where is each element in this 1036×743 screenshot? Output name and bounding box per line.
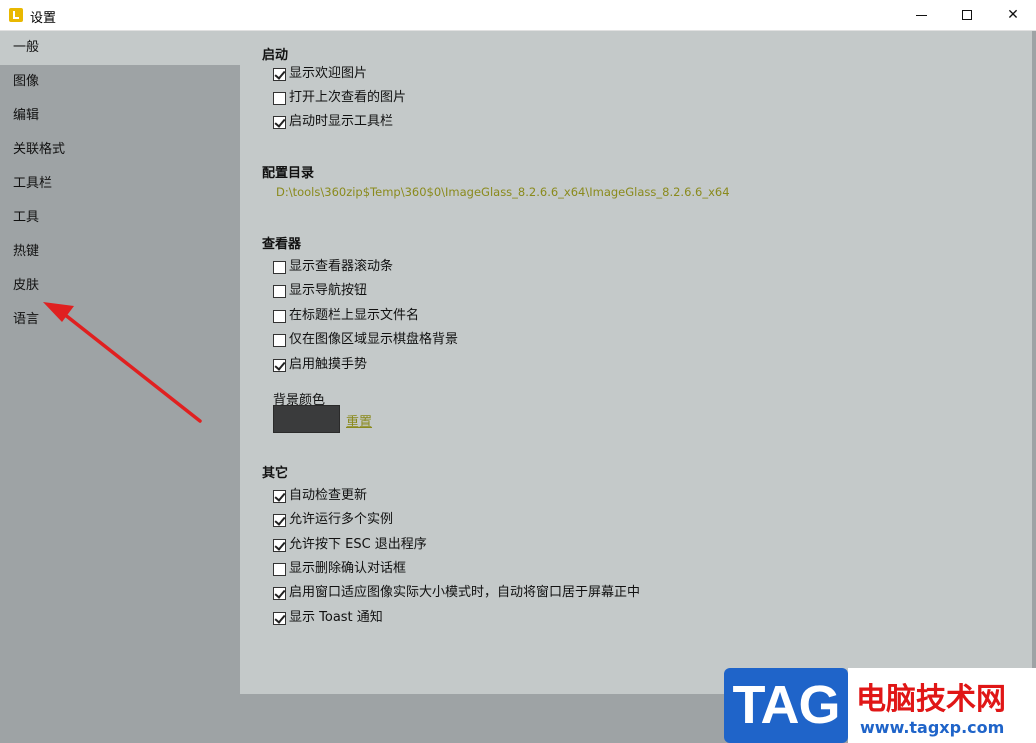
- checkbox-box: [273, 68, 286, 81]
- sidebar-item-label: 工具: [13, 210, 40, 225]
- checkbox-box: [273, 587, 286, 600]
- maximize-button[interactable]: [944, 0, 990, 31]
- checkbox-label: 打开上次查看的图片: [289, 90, 407, 105]
- checkbox-box: [273, 359, 286, 372]
- viewer-section-title: 查看器: [262, 237, 302, 252]
- checkbox-label: 显示 Toast 通知: [289, 610, 383, 625]
- panel-border: [1032, 31, 1036, 694]
- sidebar-item-label: 图像: [13, 74, 40, 89]
- sidebar-item-toolbar[interactable]: 工具栏: [0, 167, 240, 201]
- other-section-title: 其它: [262, 466, 289, 481]
- sidebar-item-general[interactable]: 一般: [0, 31, 240, 65]
- sidebar-item-skin[interactable]: 皮肤: [0, 269, 240, 303]
- title-bar: 设置 ✕: [0, 0, 1036, 31]
- sidebar-item-file-associations[interactable]: 关联格式: [0, 133, 240, 167]
- close-icon: ✕: [1007, 7, 1019, 23]
- checkbox-box: [273, 261, 286, 274]
- checkbox-box: [273, 612, 286, 625]
- sidebar-item-label: 工具栏: [13, 176, 53, 191]
- sidebar-item-edit[interactable]: 编辑: [0, 99, 240, 133]
- checkbox-label: 允许运行多个实例: [289, 512, 394, 527]
- watermark-url: www.tagxp.com: [860, 718, 1005, 737]
- settings-panel: 启动 显示欢迎图片 打开上次查看的图片 启动时显示工具栏 配置目录 D:\too…: [240, 31, 1032, 694]
- sidebar-item-language[interactable]: 语言: [0, 303, 240, 337]
- settings-sidebar: 一般 图像 编辑 关联格式 工具栏 工具 热键 皮肤 语言: [0, 31, 240, 743]
- checkbox-label: 启用触摸手势: [289, 357, 368, 372]
- checkbox-label: 启动时显示工具栏: [289, 114, 394, 129]
- startup-section-title: 启动: [262, 48, 289, 63]
- checkbox-label: 在标题栏上显示文件名: [289, 308, 420, 323]
- checkbox-box: [273, 490, 286, 503]
- sidebar-item-label: 热键: [13, 244, 40, 259]
- checkbox-label: 显示欢迎图片: [289, 66, 368, 81]
- watermark-tag-text: TAG: [732, 675, 841, 735]
- checkbox-box: [273, 116, 286, 129]
- window-title: 设置: [30, 11, 57, 26]
- sidebar-item-image[interactable]: 图像: [0, 65, 240, 99]
- config-dir-section-title: 配置目录: [262, 166, 315, 181]
- sidebar-item-tools[interactable]: 工具: [0, 201, 240, 235]
- checkbox-box: [273, 334, 286, 347]
- checkbox-label: 显示删除确认对话框: [289, 561, 407, 576]
- checkbox-label: 仅在图像区域显示棋盘格背景: [289, 332, 459, 347]
- checkbox-box: [273, 539, 286, 552]
- sidebar-item-label: 关联格式: [13, 142, 66, 157]
- sidebar-item-label: 语言: [13, 312, 40, 327]
- sidebar-item-label: 皮肤: [13, 278, 40, 293]
- minimize-icon: [915, 14, 927, 16]
- checkbox-box: [273, 285, 286, 298]
- maximize-icon: [962, 10, 972, 20]
- checkbox-box: [273, 514, 286, 527]
- checkbox-box: [273, 310, 286, 323]
- checkbox-label: 自动检查更新: [289, 488, 368, 503]
- checkbox-box: [273, 563, 286, 576]
- reset-background-link[interactable]: 重置: [346, 411, 372, 430]
- watermark-tag-logo: TAG: [724, 668, 848, 743]
- config-dir-path-link[interactable]: D:\tools\360zip$Temp\360$0\ImageGlass_8.…: [276, 185, 730, 199]
- checkbox-label: 显示导航按钮: [289, 283, 368, 298]
- imageglass-app-icon: [9, 8, 23, 22]
- checkbox-label: 启用窗口适应图像实际大小模式时，自动将窗口居于屏幕正中: [289, 585, 641, 600]
- sidebar-item-hotkeys[interactable]: 热键: [0, 235, 240, 269]
- watermark-site: 电脑技术网 www.tagxp.com: [848, 668, 1036, 743]
- checkbox-box: [273, 92, 286, 105]
- close-button[interactable]: ✕: [990, 0, 1036, 31]
- background-color-swatch[interactable]: [273, 405, 340, 433]
- watermark-site-name: 电脑技术网: [856, 682, 1006, 717]
- checkbox-label: 允许按下 ESC 退出程序: [289, 537, 427, 552]
- sidebar-item-label: 编辑: [13, 108, 40, 123]
- minimize-button[interactable]: [898, 0, 944, 31]
- sidebar-item-label: 一般: [13, 40, 40, 55]
- checkbox-label: 显示查看器滚动条: [289, 259, 394, 274]
